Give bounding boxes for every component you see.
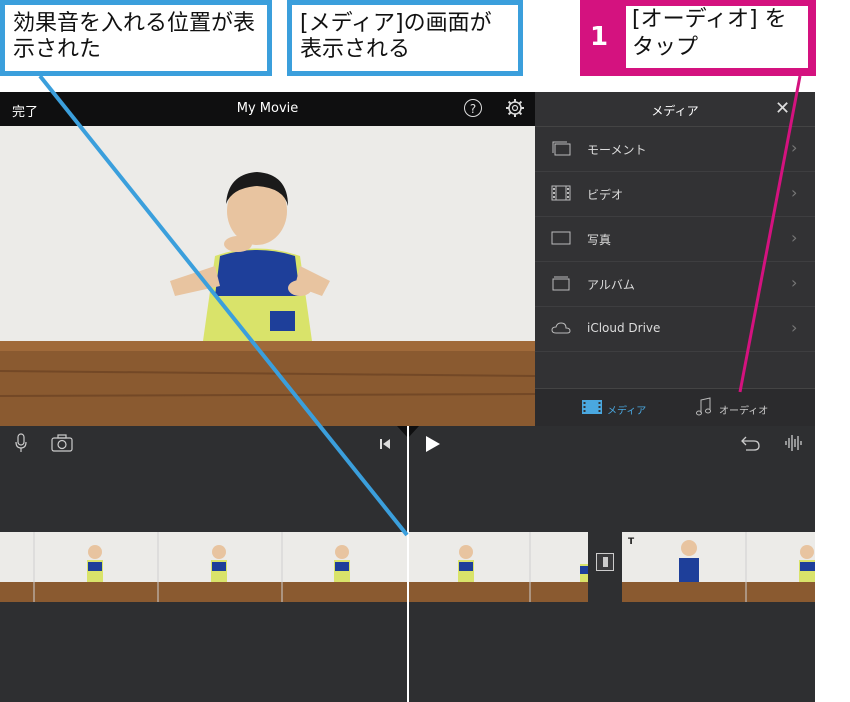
playhead-line[interactable]	[407, 426, 409, 702]
media-item-moments[interactable]: モーメント ›	[535, 127, 815, 172]
audio-waveform-icon[interactable]	[784, 433, 804, 453]
transition-icon[interactable]	[596, 553, 614, 571]
step-callout: 1 [オーディオ] をタップ	[580, 0, 816, 76]
photo-icon	[551, 231, 571, 245]
media-item-label: モーメント	[587, 143, 647, 157]
tab-media-label: メディア	[607, 406, 647, 417]
media-panel-title: メディア	[651, 104, 699, 118]
cloud-icon	[551, 322, 571, 334]
moments-icon	[552, 141, 571, 156]
clip-thumbnails: T	[622, 532, 815, 602]
film-icon	[582, 400, 602, 414]
media-item-photos[interactable]: 写真 ›	[535, 217, 815, 262]
microphone-icon[interactable]	[14, 433, 28, 453]
media-panel: メディア ✕ モーメント › ビデオ › 写真 › アルバム › iCloud …	[535, 92, 815, 427]
album-icon	[552, 276, 570, 291]
chevron-right-icon: ›	[791, 318, 798, 337]
video-viewer[interactable]	[0, 126, 535, 426]
help-button[interactable]: ?	[464, 99, 482, 117]
svg-text:T: T	[628, 537, 635, 547]
top-bar: 完了 My Movie ?	[0, 92, 535, 126]
music-note-icon	[696, 397, 711, 416]
chevron-right-icon: ›	[791, 228, 798, 247]
close-icon[interactable]: ✕	[775, 98, 790, 119]
media-item-label: 写真	[587, 233, 612, 247]
tab-audio[interactable]: オーディオ	[695, 397, 785, 419]
media-item-icloud[interactable]: iCloud Drive ›	[535, 307, 815, 352]
chevron-right-icon: ›	[791, 138, 798, 157]
video-clip-2[interactable]: T	[622, 532, 815, 602]
media-item-label: iCloud Drive	[587, 321, 661, 335]
project-title: My Movie	[236, 101, 299, 116]
media-item-video[interactable]: ビデオ ›	[535, 172, 815, 217]
callout-media-screen-text: [メディア]の画面が表示される	[300, 11, 492, 62]
chevron-right-icon: ›	[791, 183, 798, 202]
tab-media[interactable]: メディア	[581, 399, 651, 417]
chevron-right-icon: ›	[791, 273, 798, 292]
undo-icon[interactable]	[740, 434, 762, 452]
media-item-label: アルバム	[587, 278, 635, 292]
step-text: [オーディオ] をタップ	[626, 6, 808, 68]
video-clip-1[interactable]	[0, 532, 588, 602]
settings-gear-icon[interactable]	[505, 98, 525, 118]
film-icon	[551, 185, 571, 201]
skip-to-start-icon[interactable]	[378, 437, 392, 451]
play-icon[interactable]	[424, 434, 442, 454]
camera-icon[interactable]	[51, 434, 73, 452]
video-frame-image	[0, 126, 535, 426]
media-panel-tabs: メディア オーディオ	[535, 388, 815, 427]
callout-sfx-position-text: 効果音を入れる位置が表示された	[13, 11, 256, 62]
media-item-albums[interactable]: アルバム ›	[535, 262, 815, 307]
media-item-label: ビデオ	[587, 188, 624, 202]
callout-sfx-position: 効果音を入れる位置が表示された	[0, 0, 272, 76]
callout-media-screen: [メディア]の画面が表示される	[287, 0, 523, 76]
tab-audio-label: オーディオ	[719, 406, 769, 417]
imovie-app: 完了 My Movie ? メディア ✕ モーメント › ビデオ › 写真 › …	[0, 92, 815, 702]
step-number: 1	[590, 22, 609, 52]
media-panel-header: メディア ✕	[535, 92, 815, 127]
clip-thumbnails	[0, 532, 588, 602]
